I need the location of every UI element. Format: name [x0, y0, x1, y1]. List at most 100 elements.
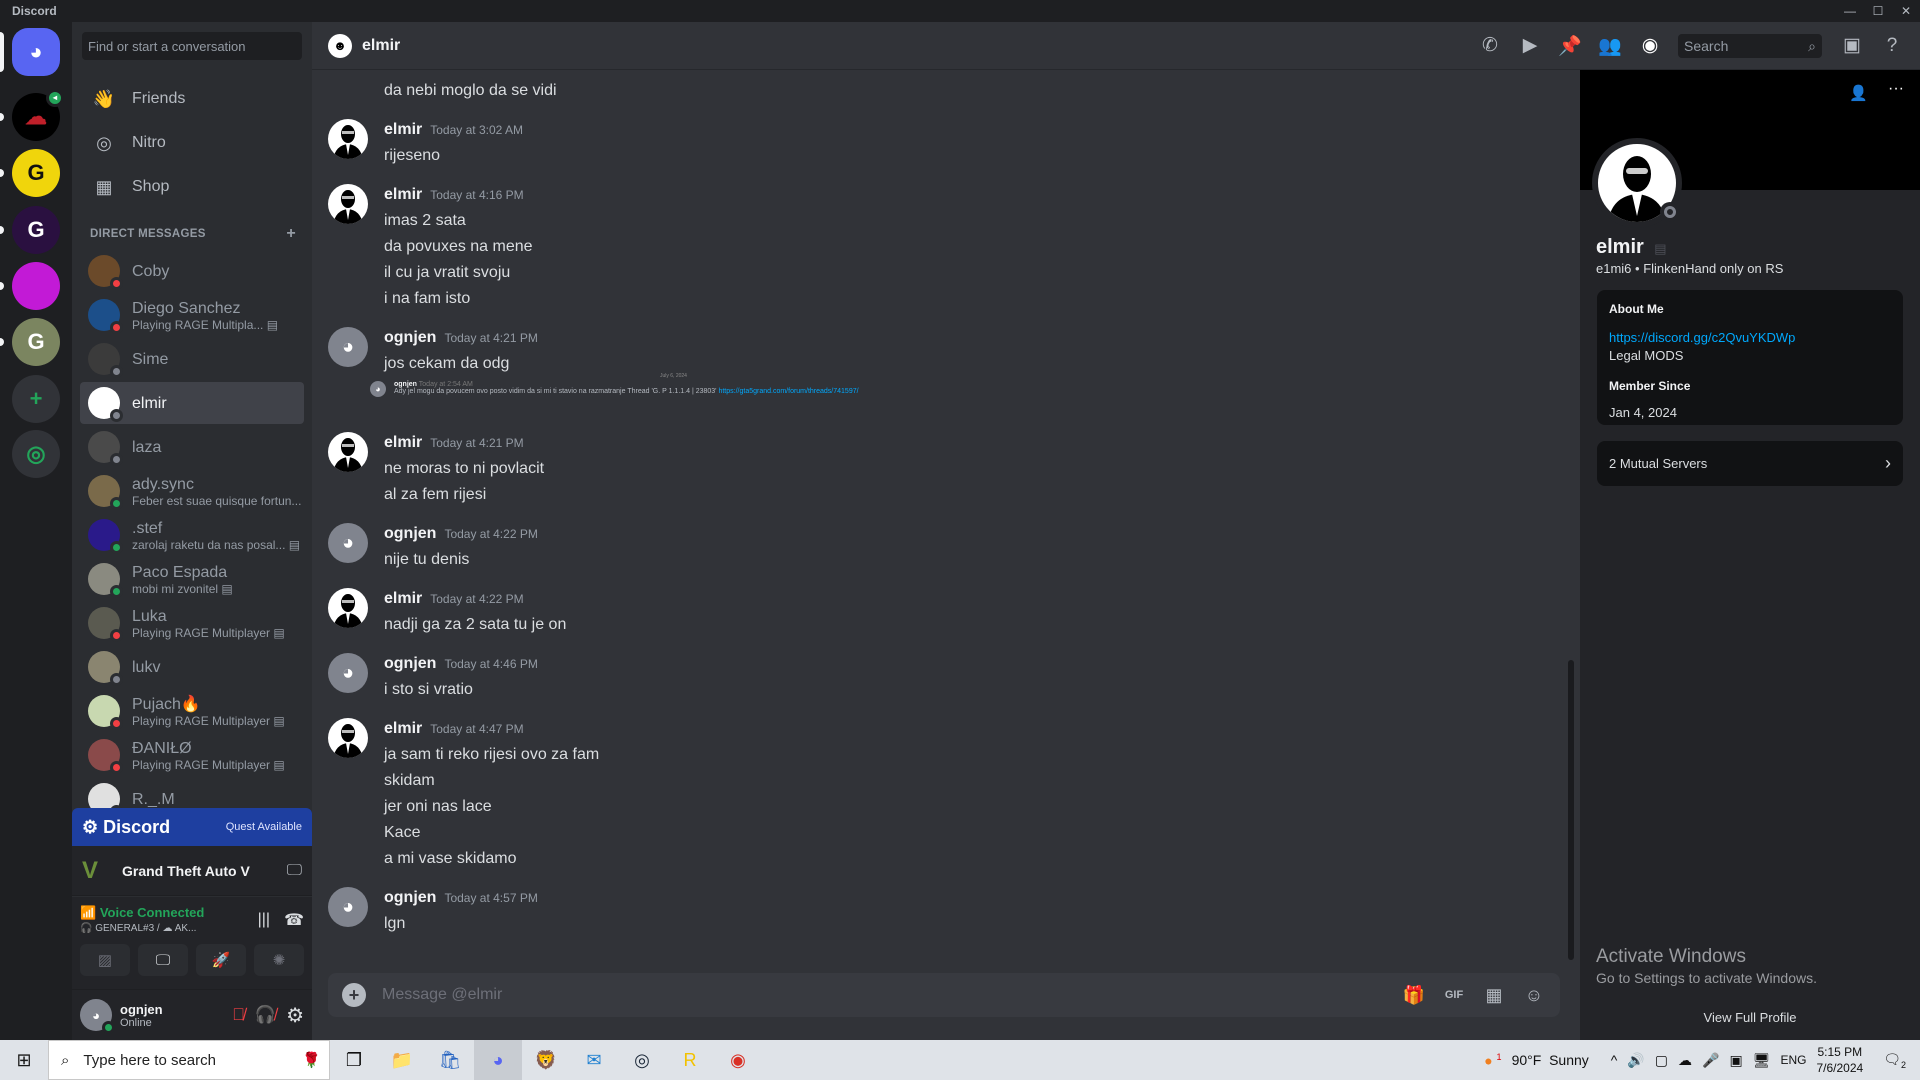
weather-icon[interactable]: ● 1 [1484, 1052, 1501, 1069]
server-g-server-icon[interactable]: G [12, 149, 60, 197]
add-note-icon[interactable]: ▤ [1654, 241, 1666, 256]
dm-item[interactable]: Luka Playing RAGE Multiplayer ▤ [80, 602, 304, 644]
message-avatar[interactable] [328, 119, 368, 159]
dm-item[interactable]: Pujach🔥 Playing RAGE Multiplayer ▤ [80, 690, 304, 732]
server-cloud-server-icon[interactable]: ☁ ◂ [12, 89, 64, 141]
clock[interactable]: 5:15 PM 7/6/2024 [1816, 1044, 1863, 1076]
gif-icon[interactable]: GIF [1442, 989, 1466, 1001]
dm-item[interactable]: Paco Espada mobi mi zvonitel ▤ [80, 558, 304, 600]
message-avatar[interactable] [328, 718, 368, 758]
dm-item[interactable]: ady.sync Feber est suae quisque fortun...… [80, 470, 304, 512]
search-input[interactable]: Search ⌕ [1678, 33, 1822, 58]
camera-icon[interactable]: ▢ [1655, 1052, 1668, 1069]
user-avatar[interactable]: ◕ [80, 999, 115, 1034]
voice-call-icon[interactable]: ✆ [1474, 34, 1506, 57]
brave-icon[interactable]: 🦁 [522, 1040, 570, 1080]
message-author[interactable]: elmir [384, 590, 422, 608]
rockstar-icon[interactable]: R [666, 1040, 714, 1080]
video-call-icon[interactable]: ▶ [1514, 34, 1546, 57]
find-conversation-input[interactable]: Find or start a conversation [82, 32, 302, 60]
notifications-icon[interactable]: 🗨2 [1883, 1051, 1906, 1070]
stream-game-button[interactable]: 🖵 [287, 862, 302, 880]
soundboard-button[interactable]: ✺ [254, 944, 304, 976]
message-avatar[interactable]: ◕ [328, 327, 368, 367]
mail-icon[interactable]: ✉ [570, 1040, 618, 1080]
message-author[interactable]: ognjen [384, 889, 436, 907]
message-author[interactable]: elmir [384, 434, 422, 452]
server-discover-icon[interactable]: ◎ [12, 430, 60, 478]
chat-scrollbar[interactable] [1568, 660, 1574, 960]
server-add-server-icon[interactable]: + [12, 375, 60, 423]
sticker-icon[interactable]: ▦ [1482, 985, 1506, 1006]
server-discord-home-icon[interactable]: ◕ [12, 28, 60, 76]
show-hidden-icons[interactable]: ^ [1611, 1052, 1618, 1068]
pin-icon[interactable]: 📌 [1554, 34, 1586, 58]
store-icon[interactable]: 🛍 [426, 1040, 474, 1080]
embed-link[interactable]: https://gta5grand.com/forum/threads/7415… [718, 388, 858, 395]
view-full-profile-button[interactable]: View Full Profile [1580, 1010, 1920, 1025]
task-view-icon[interactable]: ❐ [330, 1040, 378, 1080]
windows-start-icon[interactable]: ⊞ [0, 1040, 48, 1080]
disconnect-button[interactable]: ☎ [284, 910, 304, 930]
dm-item[interactable]: Coby [80, 250, 304, 292]
mute-icon[interactable]: 🎙̸ [232, 1005, 245, 1025]
voice-channel[interactable]: 🎧 GENERAL#3 / ☁ AK... [80, 923, 204, 934]
server-g-server-icon[interactable]: G [12, 318, 60, 366]
message-author[interactable]: ognjen [384, 655, 436, 673]
user-profile-icon[interactable]: ◉ [1634, 34, 1666, 57]
dm-item[interactable]: Sime [80, 338, 304, 380]
display-icon[interactable]: ▣ [1729, 1052, 1742, 1069]
dm-item[interactable]: lukv [80, 646, 304, 688]
language-indicator[interactable]: ENG [1780, 1053, 1806, 1067]
server-purple-server-icon[interactable] [12, 262, 60, 310]
maximize-button[interactable]: ☐ [1864, 4, 1892, 18]
screen-share-button[interactable]: 🖵 [138, 944, 188, 976]
message-avatar[interactable]: ◕ [328, 887, 368, 927]
nav-friends[interactable]: 👋 Friends [80, 78, 304, 120]
deafen-icon[interactable]: 🎧̸ [255, 1005, 276, 1025]
activities-button[interactable]: 🚀 [196, 944, 246, 976]
dm-item[interactable]: Diego Sanchez Playing RAGE Multipla... ▤ [80, 294, 304, 336]
message-avatar[interactable] [328, 432, 368, 472]
dm-item[interactable]: ĐANIŁØ Playing RAGE Multiplayer ▤ [80, 734, 304, 776]
volume-icon[interactable]: 🔊 [1627, 1052, 1644, 1069]
create-dm-button[interactable]: + [286, 226, 296, 242]
forwarded-message[interactable]: July 6, 2024 ◕ ognjen Today at 2:54 AM Ady … [370, 373, 1580, 417]
about-link[interactable]: https://discord.gg/c2QvuYKDWp [1609, 330, 1891, 345]
message-author[interactable]: elmir [384, 720, 422, 738]
dm-item[interactable]: elmir [80, 382, 304, 424]
nav-nitro[interactable]: ◎ Nitro [80, 122, 304, 164]
message-author[interactable]: elmir [384, 121, 422, 139]
message-author[interactable]: elmir [384, 186, 422, 204]
message-avatar[interactable] [328, 588, 368, 628]
mutual-servers-button[interactable]: 2 Mutual Servers › [1597, 441, 1903, 486]
dm-item[interactable]: .stef zarolaj raketu da nas posal... ▤ [80, 514, 304, 556]
add-friend-profile-icon[interactable]: 👤 [1849, 84, 1868, 102]
chrome-icon[interactable]: ◉ [714, 1040, 762, 1080]
gift-icon[interactable]: 🎁 [1402, 985, 1426, 1006]
message-avatar[interactable]: ◕ [328, 653, 368, 693]
message-author[interactable]: ognjen [384, 329, 436, 347]
message-input[interactable] [382, 986, 1386, 1004]
quest-banner[interactable]: ⚙ Discord Quest Available [72, 808, 312, 846]
discord-taskbar-icon[interactable]: ◕ [474, 1040, 522, 1080]
noise-suppression-button[interactable]: ||| [258, 911, 270, 929]
dm-item[interactable]: laza [80, 426, 304, 468]
file-explorer-icon[interactable]: 📁 [378, 1040, 426, 1080]
add-friend-icon[interactable]: 👥 [1594, 34, 1626, 58]
server-g-server-icon[interactable]: G [12, 206, 60, 254]
message-avatar[interactable]: ◕ [328, 523, 368, 563]
nav-shop[interactable]: ▦ Shop [80, 166, 304, 208]
weather-text[interactable]: 90°F Sunny [1512, 1052, 1589, 1068]
voice-status[interactable]: 📶 Voice Connected [80, 905, 204, 921]
more-options-icon[interactable]: ··· [1888, 80, 1904, 98]
minimize-button[interactable]: — [1836, 4, 1864, 18]
taskbar-search[interactable]: ⌕ Type here to search 🌹 [48, 1040, 330, 1080]
attach-plus-button[interactable]: + [342, 983, 366, 1007]
onedrive-icon[interactable]: ☁ [1678, 1052, 1692, 1069]
settings-gear-icon[interactable]: ⚙ [286, 1003, 304, 1028]
network-icon[interactable]: 🖥 [1753, 1052, 1771, 1069]
close-button[interactable]: ✕ [1892, 4, 1920, 18]
help-icon[interactable]: ? [1876, 35, 1908, 57]
inbox-icon[interactable]: ▣ [1836, 34, 1868, 57]
